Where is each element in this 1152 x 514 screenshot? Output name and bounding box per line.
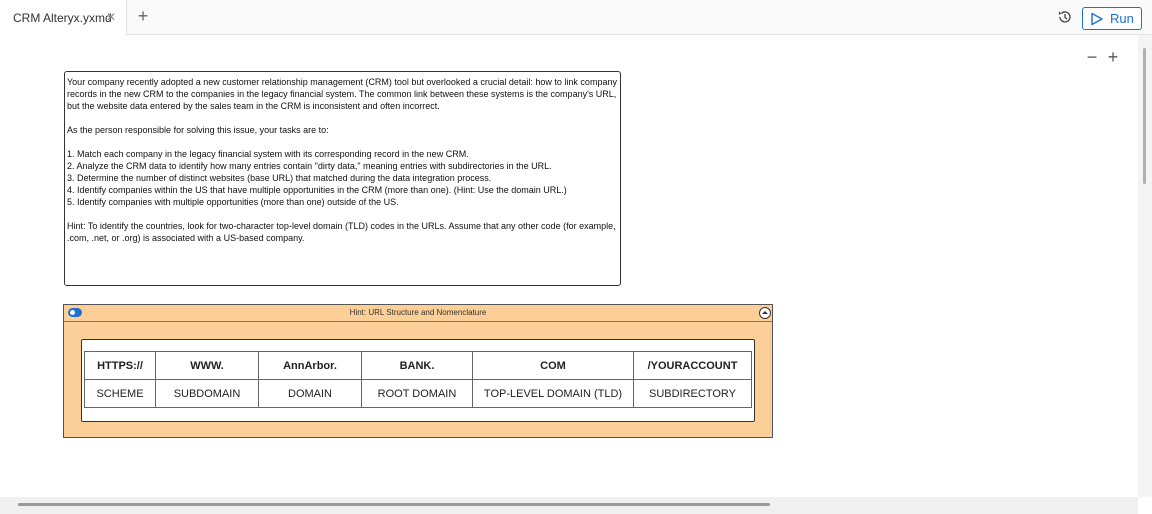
url-structure-table: HTTPS:// WWW. AnnArbor. BANK. COM /YOURA… <box>84 351 752 408</box>
url-table-frame: HTTPS:// WWW. AnnArbor. BANK. COM /YOURA… <box>81 339 755 422</box>
play-icon <box>1091 12 1103 26</box>
table-cell: SUBDOMAIN <box>155 379 259 408</box>
task-item: 2. Analyze the CRM data to identify how … <box>67 161 552 171</box>
vertical-scroll-thumb[interactable] <box>1143 48 1146 184</box>
history-icon[interactable] <box>1056 8 1074 26</box>
run-button[interactable]: Run <box>1082 7 1142 30</box>
zoom-out-button[interactable]: − <box>1082 47 1102 67</box>
container-header: Hint: URL Structure and Nomenclature <box>64 305 772 322</box>
table-cell: HTTPS:// <box>84 351 156 380</box>
table-cell: BANK. <box>361 351 473 380</box>
table-cell: WWW. <box>155 351 259 380</box>
task-item: 1. Match each company in the legacy fina… <box>67 149 469 159</box>
task-item: 3. Determine the number of distinct webs… <box>67 173 492 183</box>
table-cell: DOMAIN <box>258 379 362 408</box>
task-item: 4. Identify companies within the US that… <box>67 185 567 195</box>
comment-textbox[interactable]: Your company recently adopted a new cust… <box>64 71 621 286</box>
table-cell: SUBDIRECTORY <box>633 379 752 408</box>
description-intro: As the person responsible for solving th… <box>67 125 329 135</box>
close-icon[interactable]: ✕ <box>106 10 116 24</box>
horizontal-scroll-thumb[interactable] <box>18 503 770 506</box>
table-cell: ROOT DOMAIN <box>361 379 473 408</box>
task-item: 5. Identify companies with multiple oppo… <box>67 197 399 207</box>
tab-crm-alteryx[interactable]: CRM Alteryx.yxmd ✕ <box>0 0 127 35</box>
url-parts-row: HTTPS:// WWW. AnnArbor. BANK. COM /YOURA… <box>84 351 752 380</box>
hint-container[interactable]: Hint: URL Structure and Nomenclature HTT… <box>63 304 773 438</box>
tab-bar: CRM Alteryx.yxmd ✕ + Run <box>0 0 1152 35</box>
table-cell: COM <box>472 351 634 380</box>
table-cell: /YOURACCOUNT <box>633 351 752 380</box>
container-title: Hint: URL Structure and Nomenclature <box>349 308 487 317</box>
collapse-icon[interactable] <box>759 307 771 319</box>
zoom-in-button[interactable]: + <box>1103 47 1123 67</box>
hint-paragraph: Hint: To identify the countries, look fo… <box>67 221 616 243</box>
table-cell: TOP-LEVEL DOMAIN (TLD) <box>472 379 634 408</box>
run-label: Run <box>1110 11 1134 26</box>
table-cell: SCHEME <box>84 379 156 408</box>
table-cell: AnnArbor. <box>258 351 362 380</box>
url-names-row: SCHEME SUBDOMAIN DOMAIN ROOT DOMAIN TOP-… <box>84 379 752 408</box>
description-paragraph: Your company recently adopted a new cust… <box>67 77 617 111</box>
add-tab-button[interactable]: + <box>134 7 152 25</box>
tab-title: CRM Alteryx.yxmd <box>13 11 112 25</box>
